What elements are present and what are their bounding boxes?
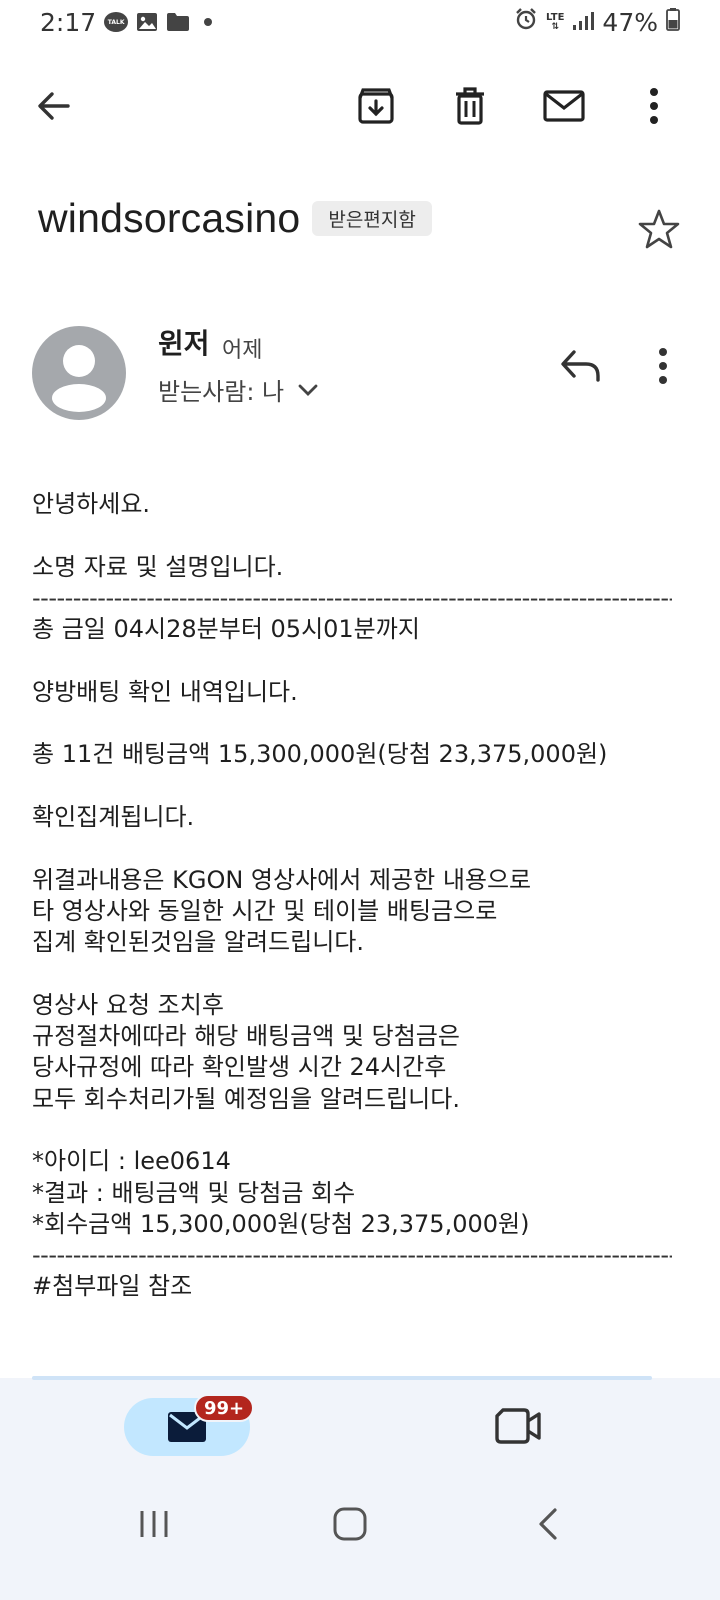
kakaotalk-label: TALK [104,12,129,32]
battery-percent: 47% [602,7,658,37]
archive-icon[interactable] [350,80,402,132]
body-line [32,520,672,551]
body-line: *회수금액 15,300,000원(당첨 23,375,000원) [32,1209,530,1238]
mark-unread-icon[interactable] [538,80,590,132]
folder-icon [166,12,190,32]
gallery-icon [136,12,158,32]
signal-icon [572,8,595,37]
body-line: 안녕하세요. [32,490,151,518]
body-line: 당사규정에 따라 확인발생 시간 24시간후 [32,1053,447,1082]
body-line [32,708,672,739]
recent-apps-icon[interactable] [134,1504,174,1544]
back-arrow-icon[interactable] [28,80,80,132]
chevron-down-icon [298,384,318,396]
kakaotalk-icon: TALK [104,12,129,32]
home-icon[interactable] [330,1504,370,1544]
reply-icon[interactable] [558,344,606,388]
battery-icon [666,7,680,37]
recipient-label: 받는사람: 나 [158,378,285,406]
body-line: 총 금일 04시28분부터 05시01분까지 [32,615,420,644]
sender-more-vert-icon[interactable] [648,344,678,388]
subject-row: windsorcasino 받은편지함 [38,188,698,248]
status-bar: 2:17 TALK LTE ⇅ 47% [0,0,720,44]
body-line: 규정절차에따라 해당 배팅금액 및 당첨금은 [32,1022,460,1051]
email-body: 안녕하세요. 소명 자료 및 설명입니다. ------------------… [32,489,672,1303]
body-line: 양방배팅 확인 내역입니다. [32,677,298,706]
body-line: #첨부파일 참조 [32,1272,193,1301]
body-line: 영상사 요청 조치후 [32,990,224,1019]
lte-label: LTE [546,11,565,23]
body-line: 타 영상사와 동일한 시간 및 테이블 배팅금으로 [32,896,498,925]
nav-meet-button[interactable] [494,1404,542,1448]
body-line: 모두 회수처리가될 예정임을 알려드립니다. [32,1084,460,1113]
body-line [32,833,672,864]
video-camera-icon [495,1408,541,1444]
dot-icon [198,12,218,32]
email-screen: 2:17 TALK LTE ⇅ 47% windsorcasino 받은편지함 … [0,0,720,1600]
more-vert-icon[interactable] [628,80,680,132]
body-line: 총 11건 배팅금액 15,300,000원(당첨 23,375,000원) [32,740,608,769]
body-line: *결과 : 배팅금액 및 당첨금 회수 [32,1178,356,1207]
status-time: 2:17 [40,7,97,37]
system-navigation-bar [0,1470,720,1600]
top-app-bar [0,66,720,146]
body-line [32,771,672,802]
back-icon[interactable] [528,1504,568,1544]
body-divider: ----------------------------------------… [32,1241,672,1270]
body-line [32,1115,672,1146]
attachment-card-edge [32,1376,652,1380]
unread-badge: 99+ [194,1394,255,1422]
avatar[interactable] [32,326,126,420]
lte-icon: LTE ⇅ [546,11,565,32]
body-line [32,645,672,676]
body-line: 소명 자료 및 설명입니다. [32,552,284,581]
alarm-icon [514,7,538,37]
body-line: *아이디 : lee0614 [32,1147,231,1176]
sender-name[interactable]: 윈저 [158,322,210,362]
email-date: 어제 [222,338,263,363]
body-line [32,958,672,989]
inbox-label-chip[interactable]: 받은편지함 [312,200,432,236]
star-icon[interactable] [636,206,682,252]
body-line: 위결과내용은 KGON 영상사에서 제공한 내용으로 [32,865,532,894]
body-line: 집계 확인된것임을 알려드립니다. [32,928,365,957]
recipient-details[interactable]: 받는사람: 나 [158,372,318,407]
body-line: 확인집계됩니다. [32,802,195,831]
email-subject: windsorcasino [38,194,301,241]
body-divider: ----------------------------------------… [32,583,672,612]
bottom-navigation [0,1378,720,1470]
delete-icon[interactable] [444,80,496,132]
